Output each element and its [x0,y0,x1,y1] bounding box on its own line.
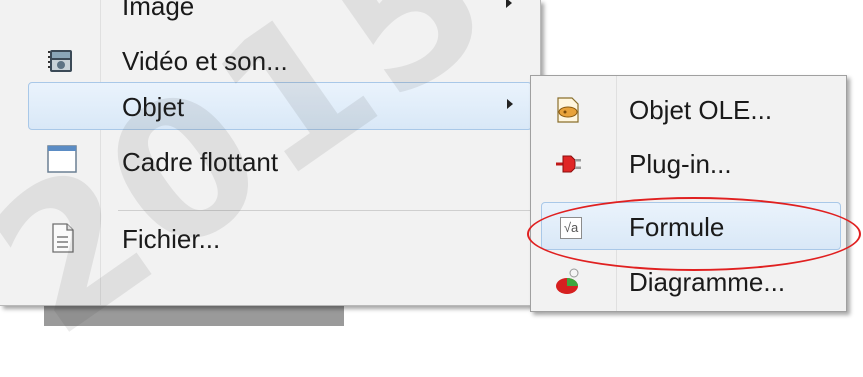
submenu-arrow-icon [506,0,512,8]
menu-item-fichier[interactable]: Fichier... [28,215,532,263]
menu-item-label: Vidéo et son... [122,46,288,76]
menu-item-image[interactable]: Image [28,0,532,30]
menu-separator [118,210,532,211]
highlight-ring [527,197,861,271]
submenu-item-label: Plug-in... [629,149,732,179]
ole-object-icon [553,95,583,125]
menu-item-video-son[interactable]: Vidéo et son... [28,37,532,85]
window-frame-icon [46,144,78,174]
submenu-arrow-icon [507,99,513,109]
document-icon [46,222,78,253]
submenu-item-objet-ole[interactable]: Objet OLE... [541,86,841,134]
menu-item-cadre-flottant[interactable]: Cadre flottant [28,138,532,186]
submenu-item-label: Objet OLE... [629,95,773,125]
chart-icon [553,267,583,297]
menu-item-label: Objet [122,92,185,122]
menu-item-label: Cadre flottant [122,147,279,177]
objet-submenu: Objet OLE... Plug-in... √a Formule Diagr [530,75,847,312]
menu-item-objet[interactable]: Objet [28,82,532,130]
submenu-item-plug-in[interactable]: Plug-in... [541,140,841,188]
menu-item-label: Fichier... [122,224,221,254]
plug-icon [553,149,583,179]
film-icon [46,47,78,77]
insert-menu: Image Vidéo et son... Objet Cadre flotta… [0,0,541,306]
menu-item-label: Image [122,0,195,21]
